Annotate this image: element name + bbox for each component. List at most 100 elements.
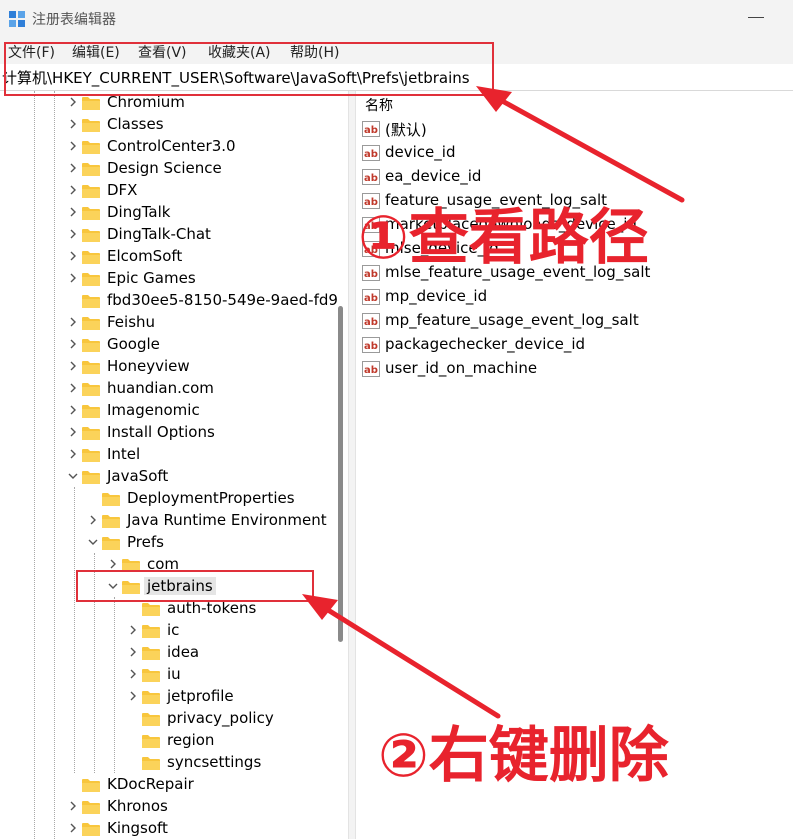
tree-item[interactable]: Kingsoft (0, 818, 348, 839)
tree-item-label[interactable]: ElcomSoft (107, 247, 182, 265)
chevron-right-icon[interactable] (86, 513, 100, 527)
chevron-down-icon[interactable] (66, 469, 80, 483)
tree-item[interactable]: Intel (0, 444, 348, 466)
tree-item[interactable]: jetprofile (0, 686, 348, 708)
chevron-right-icon[interactable] (66, 337, 80, 351)
chevron-right-icon[interactable] (66, 315, 80, 329)
value-name[interactable]: user_id_on_machine (385, 359, 537, 377)
tree-item-label[interactable]: Design Science (107, 159, 222, 177)
chevron-right-icon[interactable] (66, 249, 80, 263)
value-name[interactable]: mp_device_id (385, 287, 487, 305)
tree-item-label[interactable]: fbd30ee5-8150-549e-9aed-fd9 (107, 291, 338, 309)
tree-item[interactable]: privacy_policy (0, 708, 348, 730)
tree-item-label[interactable]: privacy_policy (167, 709, 274, 727)
tree-item[interactable]: Khronos (0, 796, 348, 818)
chevron-right-icon[interactable] (66, 117, 80, 131)
tree-item-label[interactable]: Imagenomic (107, 401, 200, 419)
tree-item[interactable]: JavaSoft (0, 466, 348, 488)
chevron-right-icon[interactable] (126, 667, 140, 681)
tree-item-label[interactable]: huandian.com (107, 379, 214, 397)
tree-item[interactable]: huandian.com (0, 378, 348, 400)
chevron-right-icon[interactable] (66, 821, 80, 835)
tree-item[interactable]: syncsettings (0, 752, 348, 774)
value-name[interactable]: (默认) (385, 119, 427, 140)
tree-item[interactable]: Java Runtime Environment (0, 510, 348, 532)
chevron-right-icon[interactable] (106, 557, 120, 571)
chevron-right-icon[interactable] (126, 689, 140, 703)
minimize-icon[interactable] (748, 17, 764, 18)
tree-item[interactable]: DingTalk-Chat (0, 224, 348, 246)
chevron-right-icon[interactable] (66, 381, 80, 395)
tree-item[interactable]: DeploymentProperties (0, 488, 348, 510)
tree-item[interactable]: Install Options (0, 422, 348, 444)
tree-item[interactable]: idea (0, 642, 348, 664)
tree-item-label[interactable]: Java Runtime Environment (127, 511, 327, 529)
tree-item-label[interactable]: idea (167, 643, 199, 661)
chevron-right-icon[interactable] (66, 271, 80, 285)
chevron-right-icon[interactable] (66, 799, 80, 813)
tree-item-label[interactable]: Honeyview (107, 357, 190, 375)
tree-item-label[interactable]: DingTalk (107, 203, 170, 221)
tree-item-label[interactable]: DeploymentProperties (127, 489, 295, 507)
chevron-right-icon[interactable] (66, 403, 80, 417)
chevron-right-icon[interactable] (66, 227, 80, 241)
tree-item-label[interactable]: Epic Games (107, 269, 196, 287)
tree-item-label[interactable]: Kingsoft (107, 819, 168, 837)
chevron-right-icon[interactable] (66, 425, 80, 439)
value-name[interactable]: mp_feature_usage_event_log_salt (385, 311, 639, 329)
tree-item[interactable]: ic (0, 620, 348, 642)
tree-item-label[interactable]: ic (167, 621, 179, 639)
column-header-name[interactable]: 名称 (365, 95, 393, 115)
tree-item-label[interactable]: syncsettings (167, 753, 261, 771)
tree-item-label[interactable]: Intel (107, 445, 140, 463)
tree-item[interactable]: Honeyview (0, 356, 348, 378)
tree-item[interactable]: Classes (0, 114, 348, 136)
pane-splitter[interactable] (348, 91, 356, 839)
tree-item-label[interactable]: Prefs (127, 533, 164, 551)
chevron-right-icon[interactable] (66, 205, 80, 219)
tree-item[interactable]: fbd30ee5-8150-549e-9aed-fd9 (0, 290, 348, 312)
tree-item[interactable]: Google (0, 334, 348, 356)
tree-item-label[interactable]: JavaSoft (107, 467, 168, 485)
chevron-right-icon[interactable] (66, 183, 80, 197)
tree-item-label[interactable]: Classes (107, 115, 164, 133)
chevron-right-icon[interactable] (66, 95, 80, 109)
tree-item[interactable]: DFX (0, 180, 348, 202)
tree-item-label[interactable]: Google (107, 335, 160, 353)
tree-item[interactable]: Epic Games (0, 268, 348, 290)
tree-item[interactable]: DingTalk (0, 202, 348, 224)
chevron-right-icon[interactable] (66, 139, 80, 153)
tree-item-label[interactable]: region (167, 731, 214, 749)
tree-scrollbar-thumb[interactable] (338, 306, 343, 642)
chevron-right-icon[interactable] (66, 161, 80, 175)
value-name[interactable]: packagechecker_device_id (385, 335, 585, 353)
value-name[interactable]: ea_device_id (385, 167, 481, 185)
folder-icon (82, 207, 100, 220)
tree-item-label[interactable]: iu (167, 665, 181, 683)
tree-item[interactable]: Design Science (0, 158, 348, 180)
tree-item[interactable]: iu (0, 664, 348, 686)
tree-item[interactable]: ElcomSoft (0, 246, 348, 268)
tree-item-label[interactable]: Install Options (107, 423, 215, 441)
tree-item-label[interactable]: jetprofile (167, 687, 234, 705)
tree-item-label[interactable]: DFX (107, 181, 137, 199)
tree-item[interactable]: KDocRepair (0, 774, 348, 796)
chevron-right-icon[interactable] (126, 645, 140, 659)
tree-item[interactable]: region (0, 730, 348, 752)
tree-item[interactable]: Prefs (0, 532, 348, 554)
chevron-right-icon[interactable] (66, 359, 80, 373)
chevron-right-icon[interactable] (66, 447, 80, 461)
tree-item-label[interactable]: ControlCenter3.0 (107, 137, 236, 155)
tree-item-label[interactable]: DingTalk-Chat (107, 225, 211, 243)
tree-item[interactable]: ControlCenter3.0 (0, 136, 348, 158)
tree-item-label[interactable]: KDocRepair (107, 775, 194, 793)
tree-item-label[interactable]: Feishu (107, 313, 155, 331)
tree-item[interactable]: Imagenomic (0, 400, 348, 422)
tree-item-label[interactable]: Khronos (107, 797, 168, 815)
folder-icon (142, 757, 160, 770)
tree-item[interactable]: Feishu (0, 312, 348, 334)
chevron-right-icon[interactable] (126, 623, 140, 637)
chevron-down-icon[interactable] (86, 535, 100, 549)
annotation-step1: ①查看路径 (358, 203, 649, 273)
value-name[interactable]: device_id (385, 143, 455, 161)
